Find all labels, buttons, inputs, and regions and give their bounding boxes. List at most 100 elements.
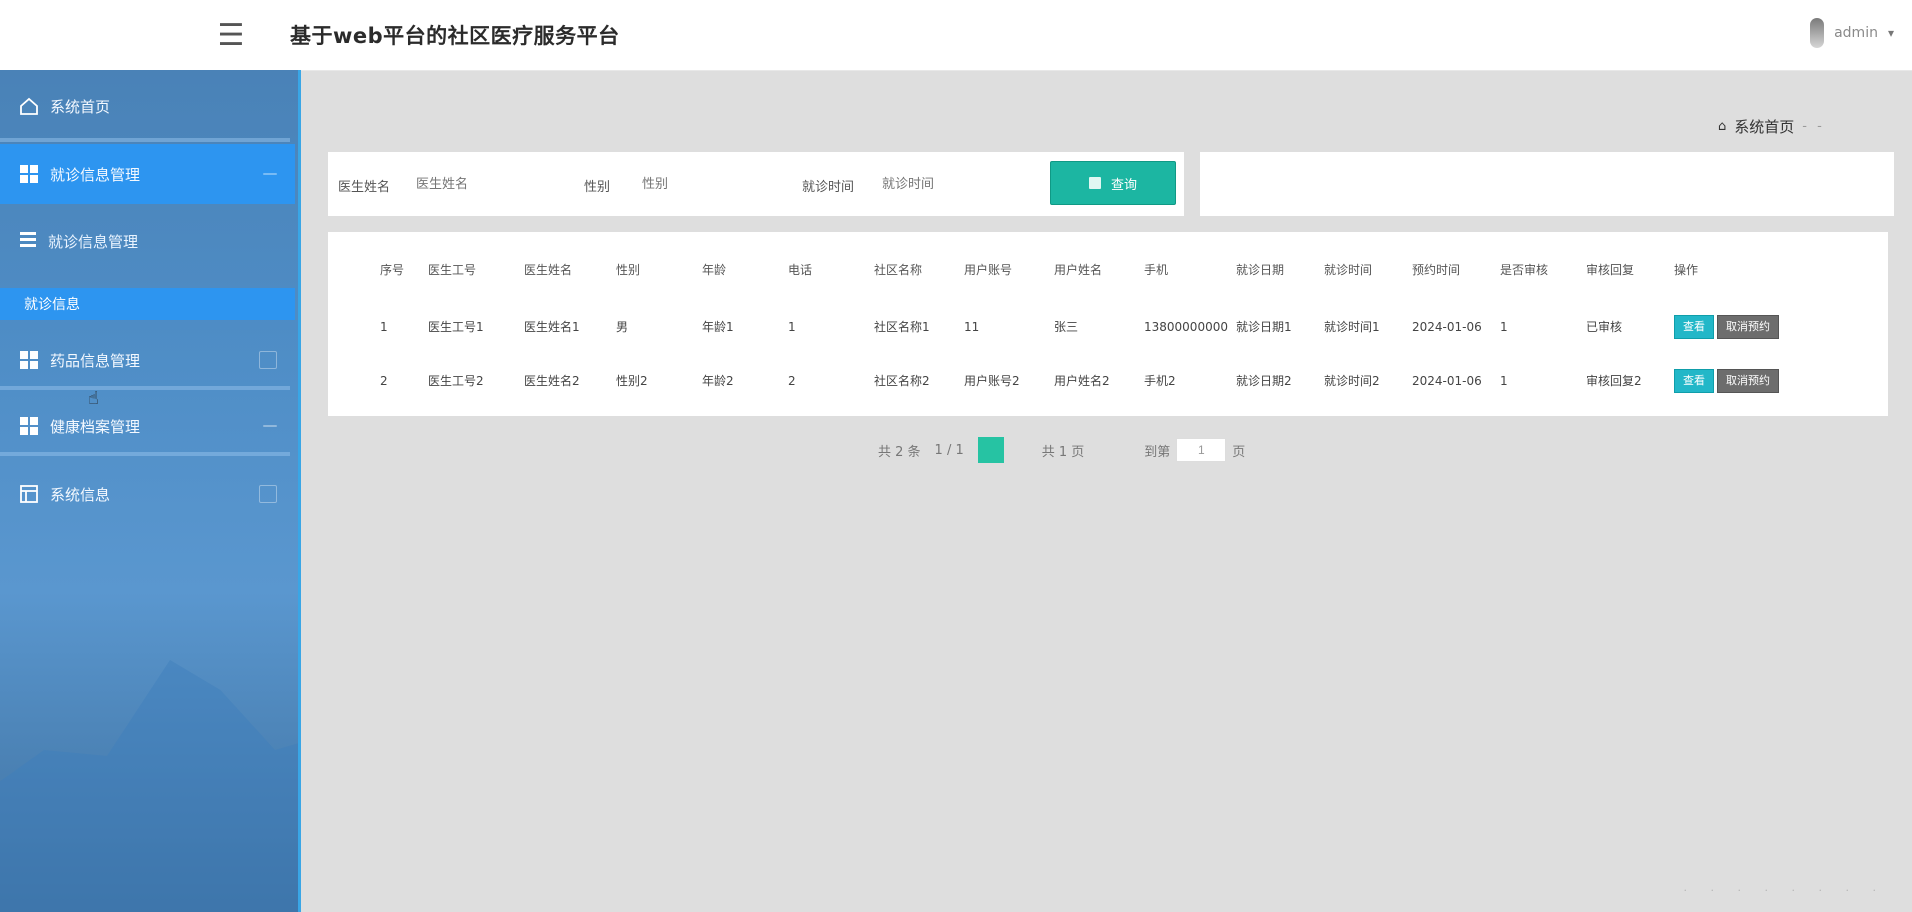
col-header: 年龄 xyxy=(702,262,727,277)
sidebar-divider xyxy=(0,386,290,390)
table-cell: 2024-01-06 xyxy=(1411,320,1482,334)
table-cell: 年龄1 xyxy=(702,320,734,334)
table-cell: 医生姓名2 xyxy=(524,374,580,388)
cancel-appointment-button[interactable]: 取消预约 xyxy=(1716,315,1779,339)
table-cell: 13800000000 xyxy=(1144,320,1228,334)
sidebar-item-drug-management[interactable]: 药品信息管理 xyxy=(0,330,295,390)
gender-input[interactable] xyxy=(640,170,784,198)
breadcrumb-home[interactable]: 系统首页 xyxy=(1734,116,1794,137)
user-name[interactable]: admin xyxy=(1834,25,1878,41)
menu-icon[interactable]: ☰ xyxy=(214,21,248,51)
table-cell: 2 xyxy=(788,374,796,388)
doctor-name-label: 医生姓名 xyxy=(338,180,391,195)
col-header: 预约时间 xyxy=(1411,262,1460,277)
sidebar-item-visit-management[interactable]: 就诊信息管理 xyxy=(0,144,295,204)
sidebar-subgroup-label: 就诊信息管理 xyxy=(48,232,139,251)
col-header: 用户账号 xyxy=(964,262,1013,277)
goto-page-input[interactable] xyxy=(1176,438,1227,462)
visit-time-input[interactable] xyxy=(880,170,1024,198)
table-cell: 男 xyxy=(616,320,629,334)
sidebar-item-label: 系统信息 xyxy=(50,485,111,504)
sidebar-divider xyxy=(0,138,290,142)
col-header: 序号 xyxy=(380,262,405,277)
sidebar-item-label: 就诊信息管理 xyxy=(50,165,141,184)
sidebar-background-mountain xyxy=(0,660,298,912)
footer: . . . . . . . . xyxy=(1683,881,1886,894)
pagination: 共 2 条 1 / 1 共 1 页 到第 页 xyxy=(878,436,1245,464)
search-button[interactable]: 查询 xyxy=(1050,161,1176,205)
sidebar-item-label: 药品信息管理 xyxy=(50,351,141,370)
actions-panel xyxy=(1200,152,1894,216)
pagination-count: 共 2 条 xyxy=(878,444,921,460)
sidebar-item-visit-info[interactable]: 就诊信息 xyxy=(0,288,295,320)
table-cell: 2 xyxy=(380,374,388,388)
breadcrumb: ⌂ 系统首页 - - xyxy=(1718,116,1825,137)
avatar[interactable] xyxy=(1810,18,1825,48)
table-cell: 1 xyxy=(1499,320,1508,334)
grid-icon xyxy=(18,415,40,437)
search-button-label: 查询 xyxy=(1110,177,1137,193)
gender-label: 性别 xyxy=(584,180,611,195)
table-cell: 用户账号2 xyxy=(964,374,1020,388)
view-button[interactable]: 查看 xyxy=(1673,369,1714,393)
home-icon xyxy=(18,95,40,117)
sidebar-item-label: 系统首页 xyxy=(50,97,111,116)
table-cell: 就诊日期2 xyxy=(1235,374,1292,388)
data-table-panel: 序号 医生工号 医生姓名 性别 年龄 电话 社区名称 用户账号 用户姓名 手机 … xyxy=(328,232,1888,416)
col-header: 性别 xyxy=(616,262,641,277)
expand-icon[interactable] xyxy=(259,351,277,369)
sidebar-item-home[interactable]: 系统首页 xyxy=(0,76,295,136)
table-cell: 医生工号2 xyxy=(428,374,484,388)
table-cell: 审核回复2 xyxy=(1585,374,1642,388)
sidebar-item-system-info[interactable]: 系统信息 xyxy=(0,464,295,524)
table-cell: 1 xyxy=(380,320,388,334)
grid-icon xyxy=(18,349,40,371)
col-header: 社区名称 xyxy=(874,262,923,277)
grid-icon xyxy=(18,163,40,185)
table-row: 2 医生工号2 医生姓名2 性别2 年龄2 2 社区名称2 用户账号2 用户姓名… xyxy=(380,354,1842,408)
col-header: 电话 xyxy=(788,262,813,277)
view-button[interactable]: 查看 xyxy=(1673,315,1714,339)
doctor-name-input[interactable] xyxy=(414,170,558,198)
goto-suffix: 页 xyxy=(1232,444,1246,460)
table-cell: 社区名称2 xyxy=(874,374,930,388)
table-cell: 用户姓名2 xyxy=(1054,374,1110,388)
pagination-pages: 1 / 1 xyxy=(934,442,964,458)
table-cell: 性别2 xyxy=(616,374,648,388)
table-cell: 已审核 xyxy=(1585,320,1622,334)
col-header: 操作 xyxy=(1673,262,1698,277)
col-header: 医生姓名 xyxy=(524,262,573,277)
table-cell: 张三 xyxy=(1054,320,1079,334)
goto-label: 到第 xyxy=(1144,444,1171,460)
sidebar-item-health-records[interactable]: 健康档案管理 xyxy=(0,396,295,456)
collapse-icon[interactable] xyxy=(263,425,277,427)
user-menu[interactable]: admin ▾ xyxy=(1810,16,1894,50)
table-cell: 年龄2 xyxy=(702,374,734,388)
sidebar-subgroup-visit[interactable]: 就诊信息管理 xyxy=(0,206,295,276)
expand-icon[interactable] xyxy=(259,485,277,503)
col-header: 手机 xyxy=(1144,262,1169,277)
list-icon xyxy=(18,229,38,253)
table-cell: 就诊时间1 xyxy=(1323,320,1380,334)
caret-down-icon[interactable]: ▾ xyxy=(1888,26,1894,40)
table-cell: 2024-01-06 xyxy=(1411,374,1482,388)
pagination-current-page[interactable] xyxy=(977,437,1004,463)
cancel-appointment-button[interactable]: 取消预约 xyxy=(1716,369,1779,393)
search-icon xyxy=(1088,177,1101,189)
table-cell-actions: 查看 取消预约 xyxy=(1673,300,1842,354)
table-cell: 1 xyxy=(788,320,796,334)
col-header: 医生工号 xyxy=(428,262,477,277)
top-header: ☰ 基于web平台的社区医疗服务平台 admin ▾ xyxy=(0,0,1912,71)
table-cell: 手机2 xyxy=(1144,374,1176,388)
table-cell-actions: 查看 取消预约 xyxy=(1673,354,1842,408)
col-header: 就诊时间 xyxy=(1323,262,1372,277)
breadcrumb-rest: - - xyxy=(1802,119,1825,134)
sidebar-item-label: 健康档案管理 xyxy=(50,417,141,436)
table-cell: 医生工号1 xyxy=(428,320,484,334)
sidebar-item-label: 就诊信息 xyxy=(24,297,80,313)
col-header: 审核回复 xyxy=(1585,262,1634,277)
table-cell: 就诊日期1 xyxy=(1235,320,1292,334)
pagination-total: 共 1 页 xyxy=(1041,444,1085,460)
collapse-icon[interactable] xyxy=(263,173,277,175)
table-row: 1 医生工号1 医生姓名1 男 年龄1 1 社区名称1 11 张三 138000… xyxy=(380,300,1842,354)
